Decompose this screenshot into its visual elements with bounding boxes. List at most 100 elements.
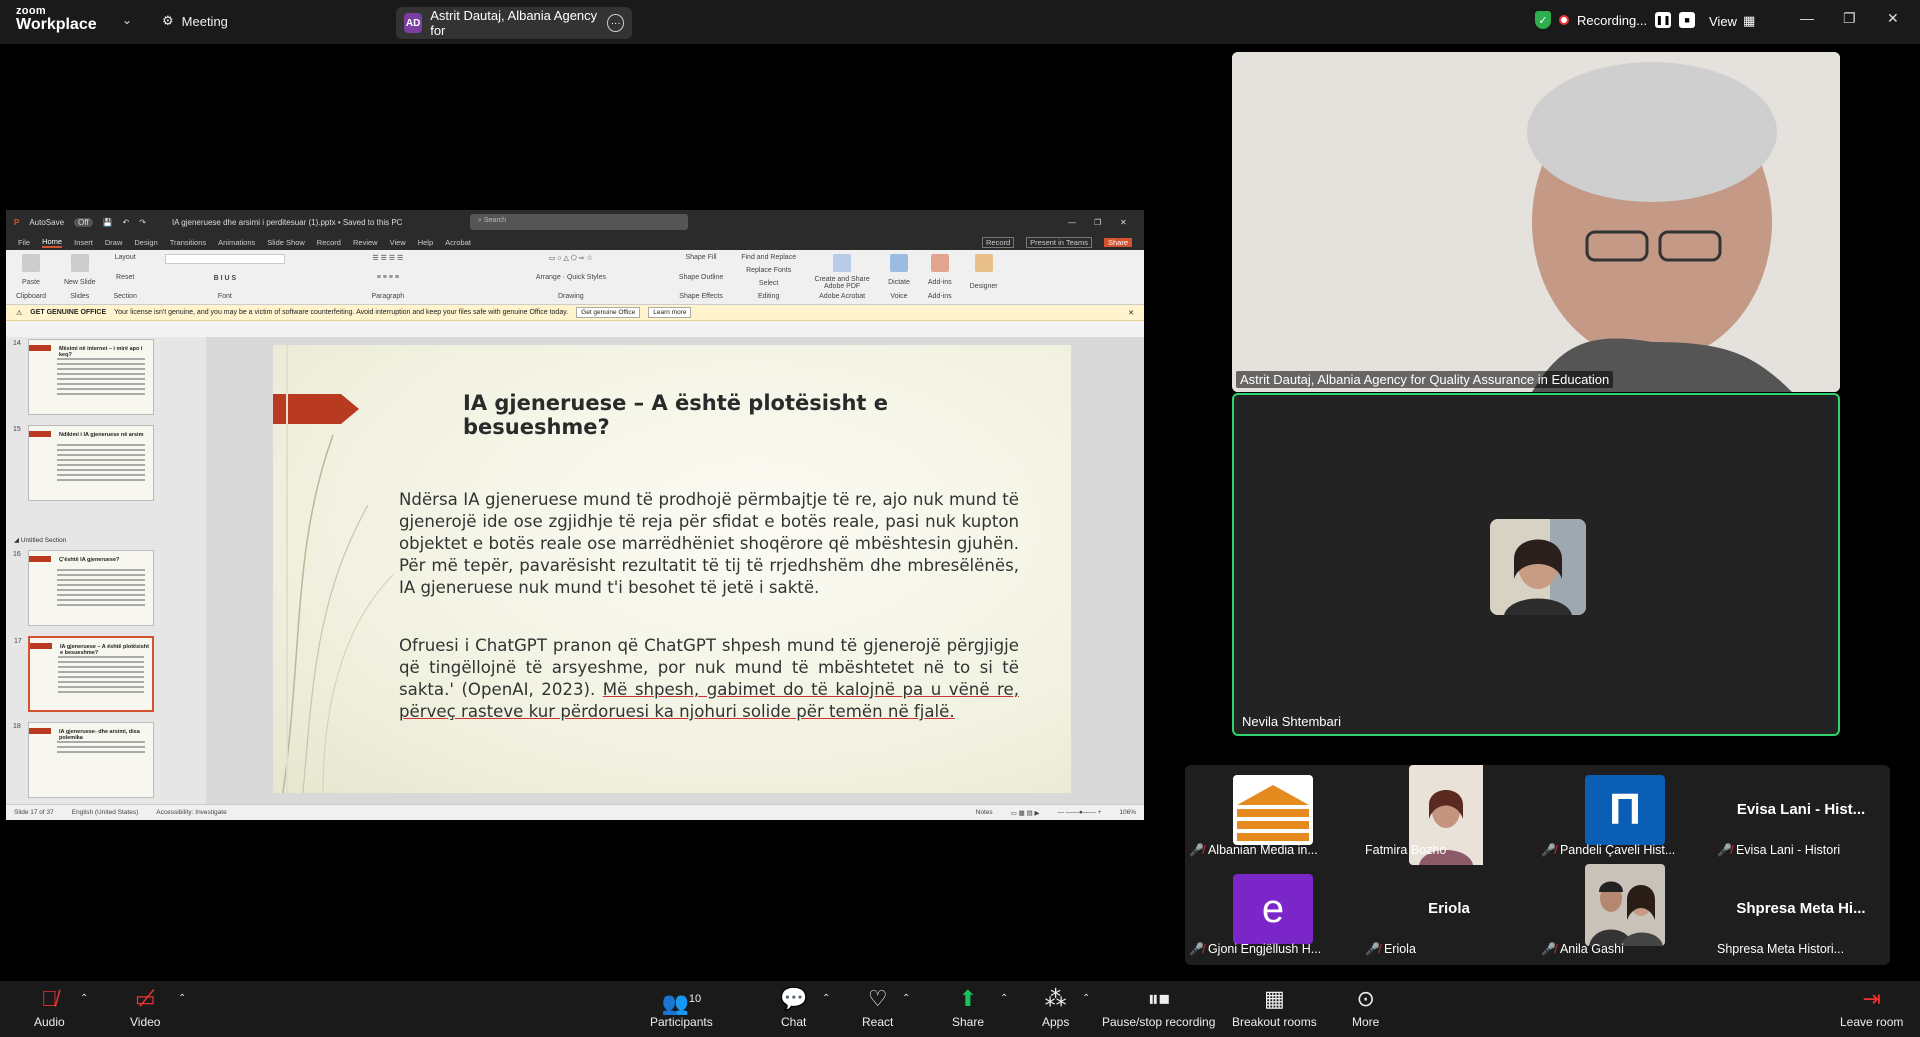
replace-fonts-button[interactable]: Replace Fonts	[746, 267, 791, 274]
more-icon[interactable]: ···	[607, 14, 624, 32]
gallery-tile[interactable]: 🎤̸ Albanian Media in...	[1185, 765, 1361, 860]
ppt-record-button[interactable]: Record	[981, 236, 1015, 248]
reset-button[interactable]: Reset	[116, 274, 134, 281]
slide-paragraph-1[interactable]: Ndërsa IA gjeneruese mund të prodhojë pë…	[399, 489, 1019, 599]
slide-paragraph-2[interactable]: Ofruesi i ChatGPT pranon që ChatGPT shpe…	[399, 635, 1019, 723]
tab-draw[interactable]: Draw	[105, 238, 123, 247]
chevron-up-icon[interactable]: ⌃	[178, 993, 186, 1004]
chevron-up-icon[interactable]: ⌃	[80, 993, 88, 1004]
view-button[interactable]: View ▦	[1709, 13, 1755, 29]
gallery-tile[interactable]: Evisa Lani - Hist... 🎤̸ Evisa Lani - Hist…	[1713, 765, 1889, 860]
tab-design[interactable]: Design	[134, 238, 157, 247]
section-button[interactable]: Section	[113, 293, 136, 300]
share-button[interactable]: ⬆ Share	[952, 987, 984, 1030]
ppt-share-button[interactable]: Share	[1103, 237, 1132, 247]
ppt-minimize-icon[interactable]: —	[1068, 218, 1076, 227]
react-button[interactable]: ♡ React	[862, 987, 893, 1030]
get-genuine-office-button[interactable]: Get genuine Office	[576, 307, 641, 318]
ppt-close-icon[interactable]: ✕	[1120, 218, 1127, 227]
restore-icon[interactable]: ❐	[1843, 10, 1856, 27]
microphone-icon[interactable]	[889, 254, 908, 272]
gallery-tile[interactable]: Fatmira Bozho	[1361, 765, 1537, 865]
current-slide[interactable]: IA gjeneruese – A është plotësisht e bes…	[273, 345, 1071, 793]
save-icon[interactable]: 💾	[103, 218, 113, 227]
slide-thumbnail[interactable]: 18 IA gjeneruese- dhe arsimi, disa polem…	[13, 722, 154, 798]
shape-fill-button[interactable]: Shape Fill	[685, 254, 716, 261]
leave-room-button[interactable]: ⇥ Leave room	[1840, 987, 1903, 1030]
present-in-teams-button[interactable]: Present in Teams	[1026, 236, 1092, 248]
pause-recording-button[interactable]: ❚❚	[1655, 12, 1672, 28]
tab-insert[interactable]: Insert	[74, 238, 93, 247]
ppt-search-input[interactable]: ⌕ Search	[470, 214, 688, 230]
gallery-tile[interactable]: Shpresa Meta Hi... Shpresa Meta Histori.…	[1713, 864, 1889, 959]
zoom-slider[interactable]: — ——●—— +	[1058, 809, 1102, 816]
accessibility-status[interactable]: Accessibility: Investigate	[156, 809, 226, 816]
close-icon[interactable]: ✕	[1128, 309, 1134, 317]
minimize-icon[interactable]: —	[1800, 10, 1814, 26]
screen-share-pill[interactable]: AD Astrit Dautaj, Albania Agency for ···	[396, 7, 632, 39]
language-status[interactable]: English (United States)	[72, 809, 138, 816]
notes-button[interactable]: Notes	[976, 809, 993, 816]
zoom-level[interactable]: 106%	[1119, 809, 1136, 816]
select-button[interactable]: Select	[759, 280, 778, 287]
more-icon: ⊙	[1356, 986, 1375, 1011]
find-replace-button[interactable]: Find and Replace	[741, 254, 796, 261]
stop-recording-button[interactable]: ■	[1679, 12, 1696, 28]
apps-button[interactable]: ⁂ Apps	[1042, 986, 1069, 1030]
pause-stop-recording-button[interactable]: ⏸⏹ Pause/stop recording	[1102, 987, 1215, 1030]
meeting-menu[interactable]: ⚙ Meeting	[162, 13, 228, 29]
video-tile-active[interactable]: Nevila Shtembari	[1232, 393, 1840, 736]
arrange-button[interactable]: Arrange	[536, 274, 561, 281]
video-button[interactable]: ▭̸ Video	[130, 987, 160, 1030]
addins-icon[interactable]	[930, 254, 949, 272]
tab-review[interactable]: Review	[353, 238, 378, 247]
learn-more-button[interactable]: Learn more	[648, 307, 692, 318]
slide-thumbnail[interactable]: 16 Ç'është IA gjeneruese?	[13, 550, 154, 626]
chat-button[interactable]: 💬 Chat	[780, 987, 807, 1030]
quick-styles-button[interactable]: Quick Styles	[567, 274, 606, 281]
tab-home[interactable]: Home	[42, 237, 63, 248]
tab-help[interactable]: Help	[418, 238, 433, 247]
tab-animations[interactable]: Animations	[218, 238, 255, 247]
undo-icon[interactable]: ↶	[123, 218, 130, 227]
layout-button[interactable]: Layout	[115, 254, 136, 261]
paste-icon[interactable]	[21, 254, 40, 272]
slide-thumbnail[interactable]: 15 Ndikimi i IA gjeneruese në arsim	[13, 425, 154, 501]
chevron-up-icon[interactable]: ⌃	[902, 993, 910, 1004]
tab-record[interactable]: Record	[317, 238, 341, 247]
tab-file[interactable]: File	[18, 238, 30, 247]
slide-title[interactable]: IA gjeneruese – A është plotësisht e bes…	[463, 391, 1023, 439]
ppt-restore-icon[interactable]: ❐	[1094, 218, 1101, 227]
redo-icon[interactable]: ↷	[139, 218, 146, 227]
more-button[interactable]: ⊙ More	[1352, 986, 1379, 1030]
view-normal-icon[interactable]: ▭ ▦ ▤ ▶	[1011, 809, 1040, 817]
breakout-rooms-button[interactable]: ▦ Breakout rooms	[1232, 987, 1317, 1030]
chevron-up-icon[interactable]: ⌃	[1000, 993, 1008, 1004]
slide-thumbnail-selected[interactable]: 17 IA gjeneruese – A është plotësisht e …	[14, 636, 154, 712]
gallery-tile[interactable]: e 🎤̸ Gjoni Engjëllush H...	[1185, 864, 1361, 959]
chevron-up-icon[interactable]: ⌃	[1082, 993, 1090, 1004]
tab-acrobat[interactable]: Acrobat	[445, 238, 471, 247]
tab-view[interactable]: View	[390, 238, 406, 247]
tab-transitions[interactable]: Transitions	[170, 238, 206, 247]
gallery-tile[interactable]: Eriola 🎤̸ Eriola	[1361, 864, 1537, 959]
new-slide-icon[interactable]	[70, 254, 89, 272]
designer-icon[interactable]	[974, 254, 993, 272]
chevron-up-icon[interactable]: ⌃	[822, 993, 830, 1004]
participants-button[interactable]: 👥10 Participants	[650, 987, 713, 1029]
tab-slide-show[interactable]: Slide Show	[267, 238, 305, 247]
close-icon[interactable]: ✕	[1887, 10, 1899, 27]
chevron-down-icon[interactable]: ⌄	[122, 13, 132, 27]
video-tile-speaker[interactable]: Astrit Dautaj, Albania Agency for Qualit…	[1232, 52, 1840, 392]
autosave-toggle[interactable]: Off	[74, 217, 93, 227]
apps-icon: ⁂	[1044, 986, 1067, 1011]
font-name-input[interactable]	[164, 254, 285, 264]
section-label[interactable]: ◢ Untitled Section	[14, 536, 66, 544]
shape-effects-button[interactable]: Shape Effects	[679, 293, 722, 300]
gallery-tile[interactable]: Π 🎤̸ Pandeli Çaveli Hist...	[1537, 765, 1713, 860]
shape-outline-button[interactable]: Shape Outline	[679, 274, 723, 281]
pdf-icon[interactable]	[833, 254, 852, 272]
slide-thumbnail[interactable]: 14 Mësimi në internet – i mirë apo i keq…	[13, 339, 154, 415]
gallery-tile[interactable]: 🎤̸ Anila Gashi	[1537, 864, 1713, 959]
audio-button[interactable]: 🎙̸ Audio	[34, 987, 65, 1030]
